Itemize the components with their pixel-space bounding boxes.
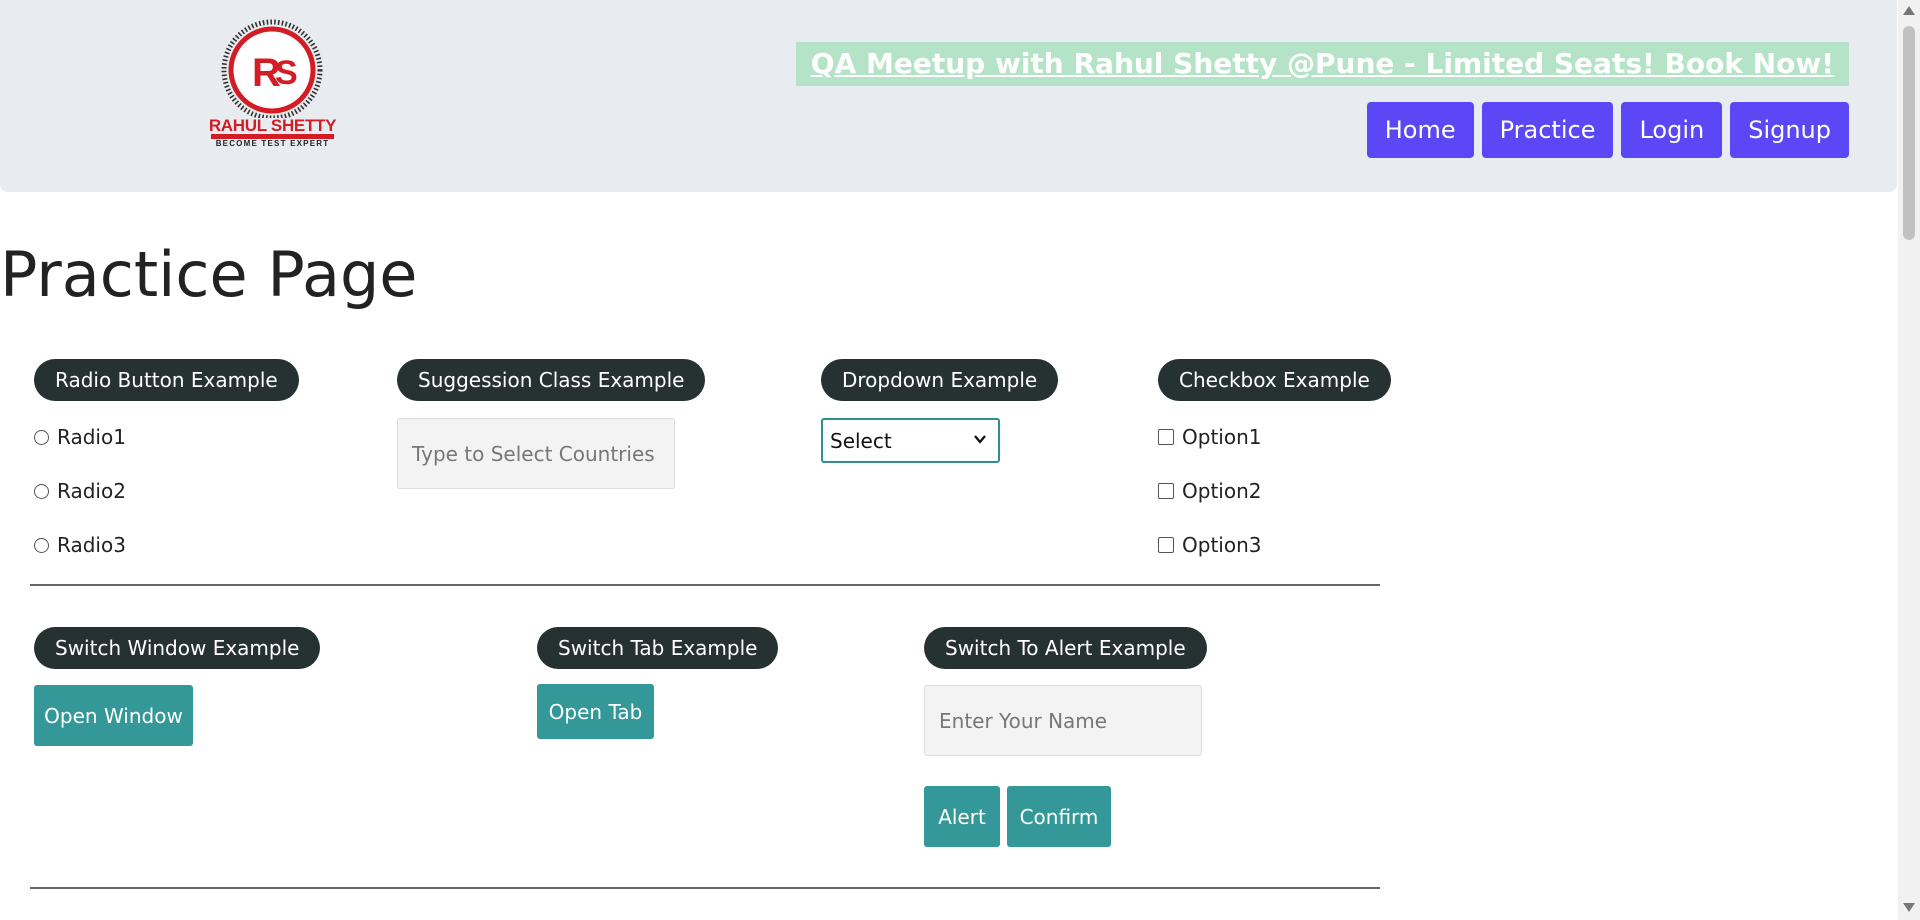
option2-checkbox[interactable]: [1158, 483, 1174, 499]
dropdown-section-legend: Dropdown Example: [821, 359, 1059, 401]
radio-option-3[interactable]: Radio3: [34, 533, 126, 557]
section-divider: [30, 584, 1380, 586]
suggestion-section-legend: Suggession Class Example: [397, 359, 706, 401]
radio-option-1[interactable]: Radio1: [34, 425, 126, 449]
country-input-placeholder: Type to Select Countries: [412, 441, 655, 466]
scroll-down-arrow-icon[interactable]: [1903, 903, 1915, 912]
country-autocomplete-input[interactable]: Type to Select Countries: [397, 418, 675, 489]
radio2-label: Radio2: [57, 479, 126, 503]
switch-alert-legend: Switch To Alert Example: [924, 627, 1207, 669]
top-nav: Home Practice Login Signup: [1366, 102, 1849, 158]
checkbox-section-legend: Checkbox Example: [1158, 359, 1391, 401]
nav-signup-button[interactable]: Signup: [1730, 102, 1849, 158]
confirm-button[interactable]: Confirm: [1007, 786, 1111, 847]
promo-link[interactable]: QA Meetup with Rahul Shetty @Pune - Limi…: [795, 42, 1849, 86]
nav-practice-button[interactable]: Practice: [1481, 102, 1614, 158]
open-tab-button[interactable]: Open Tab: [537, 684, 654, 739]
option3-label: Option3: [1182, 533, 1262, 557]
radio-option-2[interactable]: Radio2: [34, 479, 126, 503]
option3-checkbox[interactable]: [1158, 537, 1174, 553]
option1-label: Option1: [1182, 425, 1262, 449]
logo-emblem-icon: R S: [221, 19, 323, 121]
page: R S RAHUL SHETTY BECOME TEST EXPERT QA M…: [0, 0, 1920, 920]
svg-text:S: S: [275, 54, 298, 92]
checkbox-option-3[interactable]: Option3: [1158, 533, 1261, 557]
logo-tagline: BECOME TEST EXPERT: [215, 139, 330, 148]
checkbox-option-1[interactable]: Option1: [1158, 425, 1261, 449]
alert-button[interactable]: Alert: [924, 786, 1000, 847]
logo-name: RAHUL SHETTY: [208, 116, 337, 135]
name-input[interactable]: Enter Your Name: [924, 685, 1202, 756]
option2-label: Option2: [1182, 479, 1262, 503]
name-input-placeholder: Enter Your Name: [939, 708, 1108, 733]
radio3-label: Radio3: [57, 533, 126, 557]
vertical-scrollbar[interactable]: [1898, 0, 1920, 920]
dropdown-select[interactable]: Select: [821, 418, 1000, 463]
radio1-button[interactable]: [34, 429, 49, 445]
switch-window-legend: Switch Window Example: [34, 627, 321, 669]
radio2-button[interactable]: [34, 483, 49, 499]
dropdown-selected-value: Select: [830, 428, 892, 453]
section-divider-2: [30, 887, 1380, 889]
scrollbar-thumb[interactable]: [1903, 26, 1915, 240]
radio-section-legend: Radio Button Example: [34, 359, 299, 401]
nav-home-button[interactable]: Home: [1366, 102, 1474, 158]
chevron-down-icon: [974, 435, 986, 444]
scroll-up-arrow-icon[interactable]: [1903, 6, 1915, 15]
switch-tab-legend: Switch Tab Example: [537, 627, 779, 669]
open-window-button[interactable]: Open Window: [34, 685, 193, 746]
page-title: Practice Page: [0, 238, 418, 311]
nav-login-button[interactable]: Login: [1621, 102, 1723, 158]
radio3-button[interactable]: [34, 537, 49, 553]
radio1-label: Radio1: [57, 425, 126, 449]
option1-checkbox[interactable]: [1158, 429, 1174, 445]
site-header: R S RAHUL SHETTY BECOME TEST EXPERT QA M…: [0, 0, 1897, 192]
rahul-shetty-logo[interactable]: R S RAHUL SHETTY BECOME TEST EXPERT: [205, 18, 340, 150]
checkbox-option-2[interactable]: Option2: [1158, 479, 1261, 503]
